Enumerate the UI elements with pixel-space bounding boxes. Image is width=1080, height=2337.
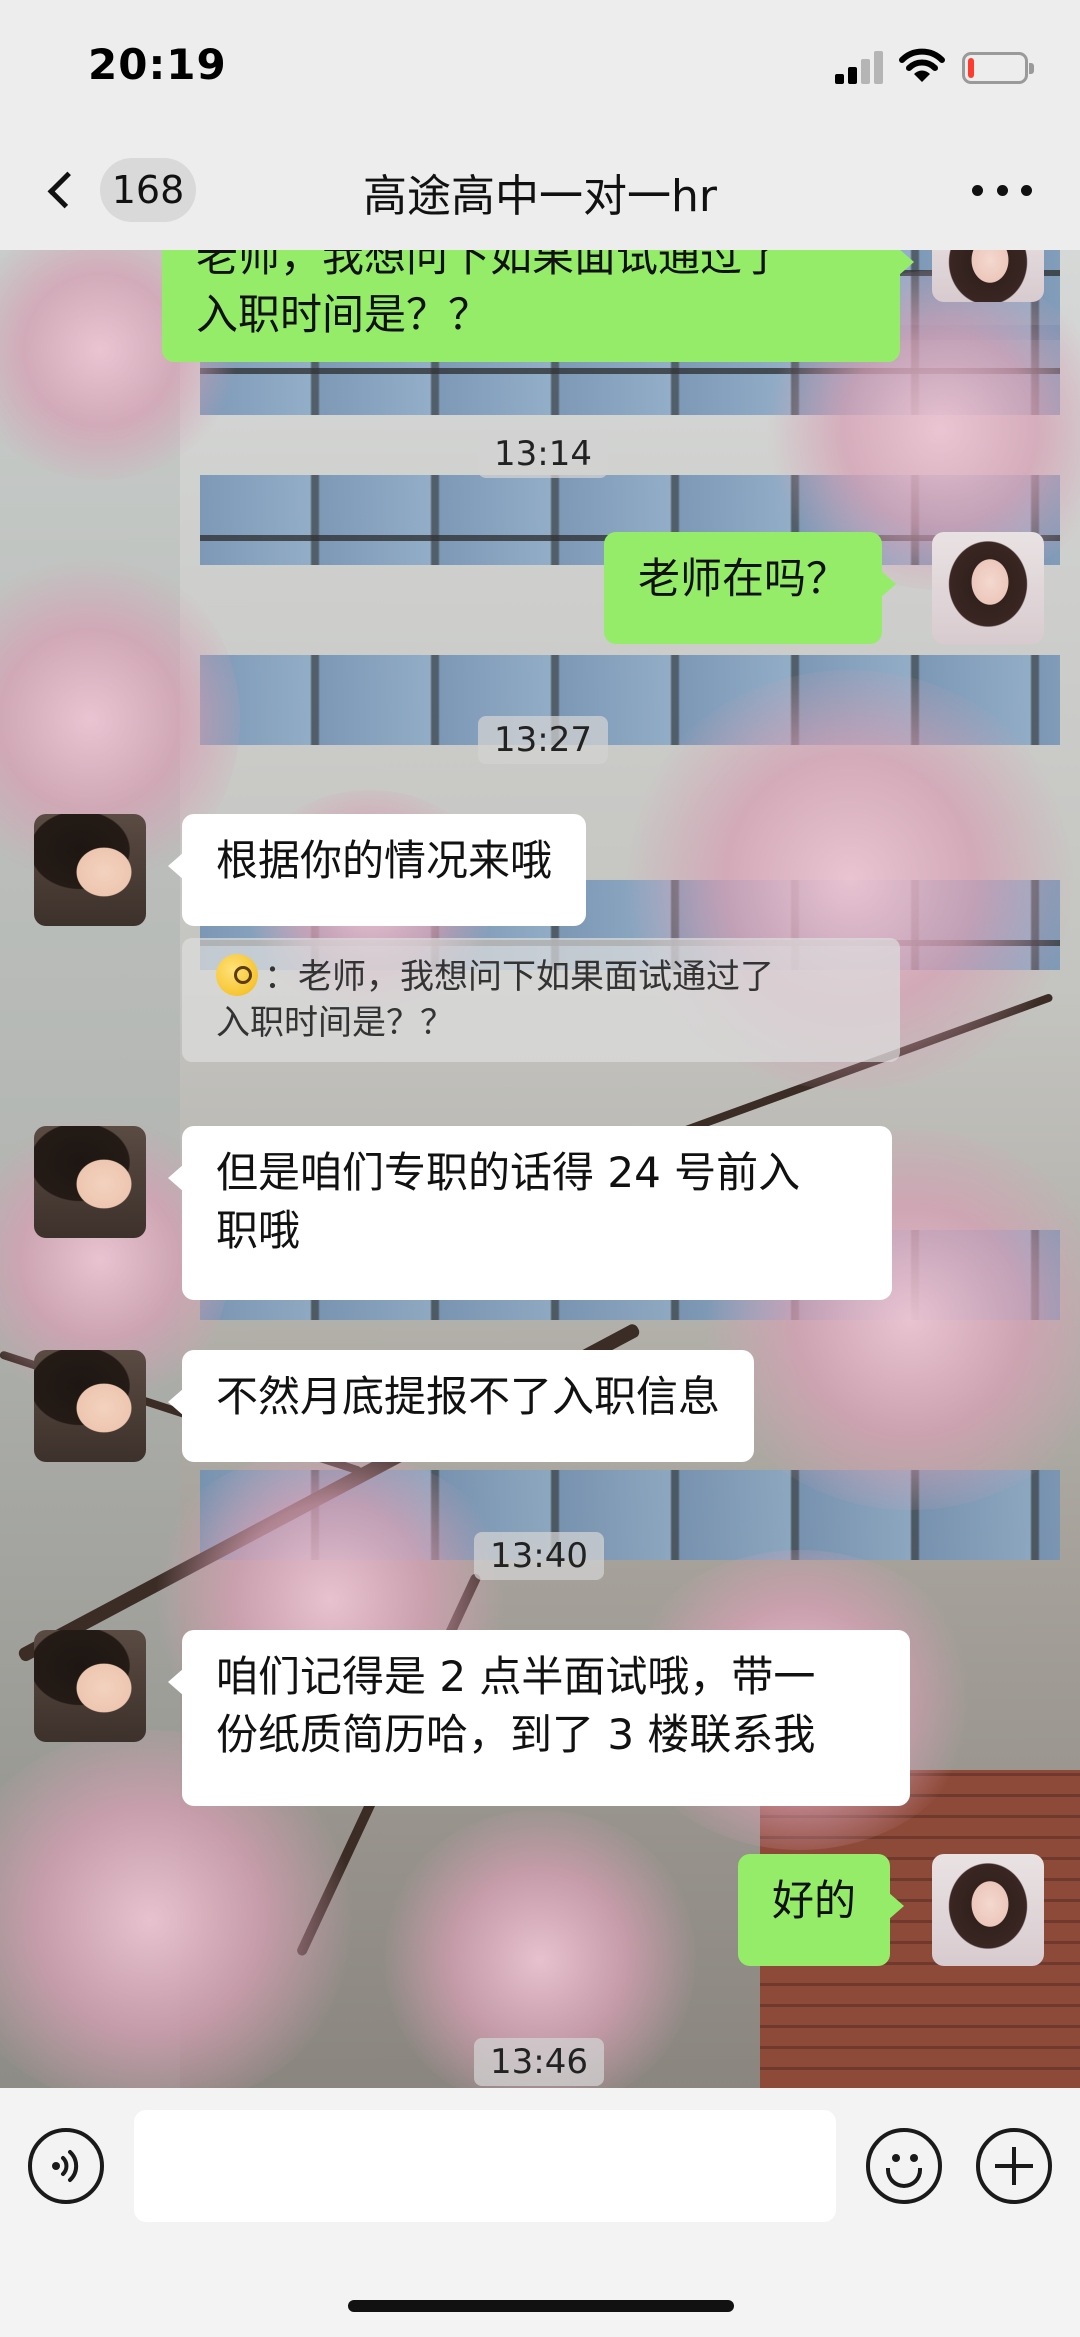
my-avatar[interactable] xyxy=(932,1854,1044,1966)
message-bubble-received[interactable]: 但是咱们专职的话得 24 号前入 职哦 xyxy=(168,1126,892,1300)
back-button[interactable]: 168 xyxy=(36,158,196,222)
message-bubble-received[interactable]: 根据你的情况来哦 xyxy=(167,814,587,926)
unread-count-badge: 168 xyxy=(100,158,196,222)
input-bar xyxy=(0,2088,1080,2337)
emoji-icon-mouth xyxy=(886,2168,922,2188)
message-bubble-sent[interactable]: 老师在吗？ xyxy=(604,532,897,644)
chat-title: 高途高中一对一hr xyxy=(363,171,717,222)
message-text: 职哦 xyxy=(216,1206,301,1255)
message-bubble-received[interactable]: 不然月底提报不了入职信息 xyxy=(167,1350,755,1462)
emoji-icon xyxy=(892,2154,900,2162)
emoji-icon-eye xyxy=(910,2154,918,2162)
battery-level xyxy=(968,58,974,78)
message-text: 老师，我想问下如果面试通过了 xyxy=(196,250,785,281)
my-avatar[interactable] xyxy=(932,532,1044,644)
message-text: 老师在吗？ xyxy=(638,554,849,603)
message-bubble-received[interactable]: 咱们记得是 2 点半面试哦，带一 份纸质简历哈，到了 3 楼联系我 xyxy=(168,1630,910,1806)
quoted-text: 入职时间是？？ xyxy=(216,1003,454,1043)
more-dots-icon xyxy=(972,184,983,196)
contact-avatar[interactable] xyxy=(34,1350,146,1462)
message-timestamp: 13:14 xyxy=(478,430,608,478)
voice-button[interactable] xyxy=(28,2128,104,2204)
message-timestamp: 13:40 xyxy=(474,1532,604,1580)
signal-icon xyxy=(835,50,883,84)
voice-icon xyxy=(52,2150,79,2182)
message-text: 根据你的情况来哦 xyxy=(216,836,553,885)
battery-icon xyxy=(962,52,1034,84)
message-text: 咱们记得是 2 点半面试哦，带一 xyxy=(216,1652,816,1701)
quoted-message[interactable]: ：老师，我想问下如果面试通过了 入职时间是？？ xyxy=(182,938,900,1062)
status-time: 20:19 xyxy=(88,40,227,89)
message-text: 但是咱们专职的话得 24 号前入 xyxy=(216,1148,801,1197)
more-dots-icon xyxy=(996,184,1008,196)
top-bar: 20:19 168 高途高中一对一hr xyxy=(0,0,1080,250)
face-with-monocle-icon xyxy=(216,954,258,996)
message-text: 好的 xyxy=(772,1876,857,1925)
contact-avatar[interactable] xyxy=(34,814,146,926)
my-avatar[interactable] xyxy=(932,250,1044,302)
emoji-button[interactable] xyxy=(866,2128,942,2204)
message-timestamp: 13:27 xyxy=(478,716,608,764)
message-bubble-sent[interactable]: 好的 xyxy=(738,1854,905,1966)
message-bubble-sent[interactable]: 老师，我想问下如果面试通过了 入职时间是？？ xyxy=(162,250,914,362)
message-input[interactable] xyxy=(134,2110,836,2222)
message-text: 不然月底提报不了入职信息 xyxy=(216,1372,721,1421)
more-dots-icon xyxy=(1021,184,1032,196)
contact-avatar[interactable] xyxy=(34,1126,146,1238)
more-options-button[interactable] xyxy=(972,170,1032,210)
contact-avatar[interactable] xyxy=(34,1630,146,1742)
message-timestamp: 13:46 xyxy=(474,2038,604,2086)
wifi-icon xyxy=(899,48,945,82)
plus-button[interactable] xyxy=(976,2128,1052,2204)
quoted-text: ：老师，我想问下如果面试通过了 xyxy=(264,957,774,997)
home-indicator[interactable] xyxy=(348,2300,734,2312)
message-text: 入职时间是？？ xyxy=(196,290,491,339)
chevron-left-icon xyxy=(47,171,85,209)
message-list[interactable]: 老师，我想问下如果面试通过了 入职时间是？？ 13:14 老师在吗？ 13:27… xyxy=(0,250,1080,2088)
message-text: 份纸质简历哈，到了 3 楼联系我 xyxy=(216,1710,816,1759)
